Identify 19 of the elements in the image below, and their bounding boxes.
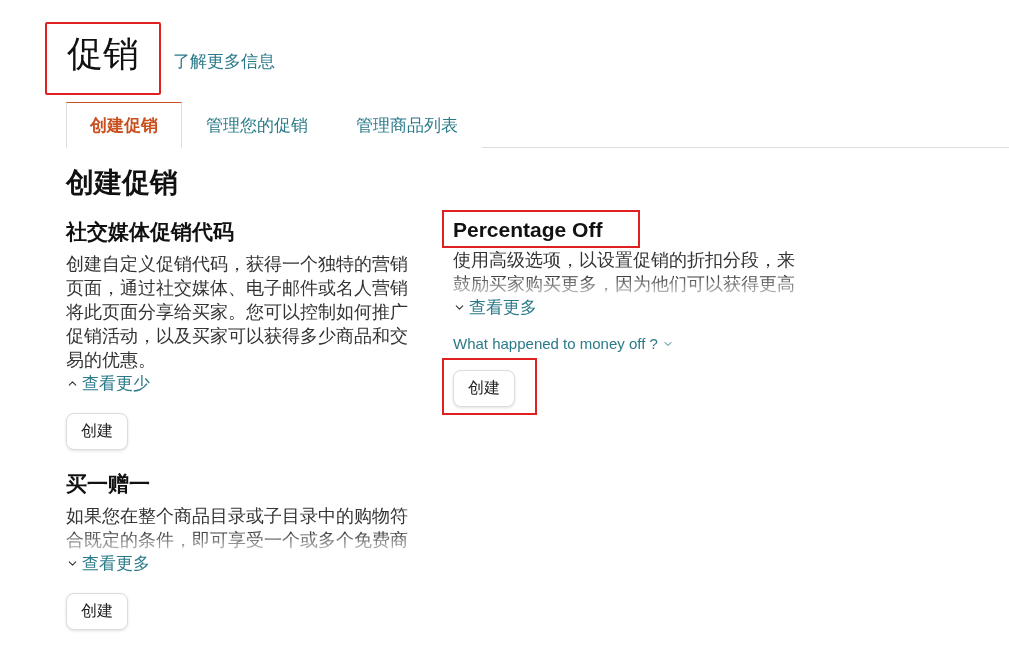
create-button[interactable]: 创建 bbox=[453, 370, 515, 407]
see-more-link[interactable]: 查看更多 bbox=[453, 296, 537, 319]
toggle-text[interactable]: 查看更多 bbox=[469, 296, 537, 319]
see-more-link[interactable]: 查看更多 bbox=[66, 552, 150, 575]
page-title: 促销 bbox=[45, 22, 161, 95]
create-button[interactable]: 创建 bbox=[66, 593, 128, 630]
card-title: 社交媒体促销代码 bbox=[64, 219, 235, 245]
see-more-link[interactable]: 查看更少 bbox=[66, 372, 150, 395]
tab[interactable]: 创建促销 bbox=[66, 102, 182, 148]
card-description: 使用高级选项，以设置促销的折扣分段，来鼓励买家购买更多，因为他们可以获得更高 bbox=[453, 249, 796, 296]
card-title: Percentage Off bbox=[442, 210, 641, 248]
card-description: 创建自定义促销代码，获得一个独特的营销页面，通过社交媒体、电子邮件或名人营销将此页面分享给买家。您可以控制如何推广促销活动，以及买家可以获得多少商品和交易的优惠。 bbox=[66, 253, 409, 372]
section-title: 创建促销 bbox=[66, 166, 179, 200]
card-description: 如果您在整个商品目录或子目录中的购物符合既定的条件，即可享受一个或多个免费商 bbox=[66, 505, 409, 552]
card-title: 买一赠一 bbox=[65, 471, 151, 497]
help-link[interactable]: 了解更多信息 bbox=[173, 50, 275, 95]
toggle-text[interactable]: 查看更少 bbox=[82, 372, 150, 395]
toggle-text[interactable]: 查看更多 bbox=[82, 552, 150, 575]
create-button[interactable]: 创建 bbox=[66, 413, 128, 450]
